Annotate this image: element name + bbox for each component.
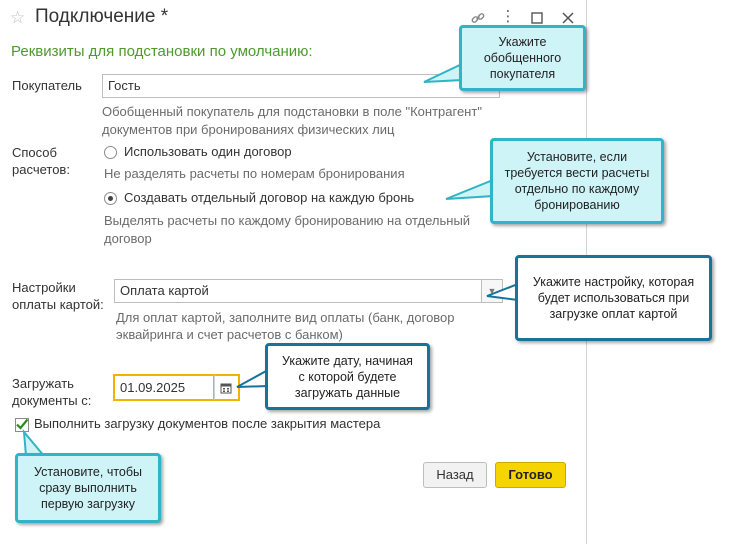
tip-card: Укажите настройку, которая будет использ…	[515, 255, 712, 341]
tip-date: Укажите дату, начиная с которой будете з…	[265, 343, 430, 410]
tip-buyer: Укажите обобщенного покупателя	[459, 25, 586, 91]
tip-payment: Установите, если требуется вести расчеты…	[490, 138, 664, 224]
tip-checkbox: Установите, чтобы сразу выполнить первую…	[15, 453, 161, 523]
